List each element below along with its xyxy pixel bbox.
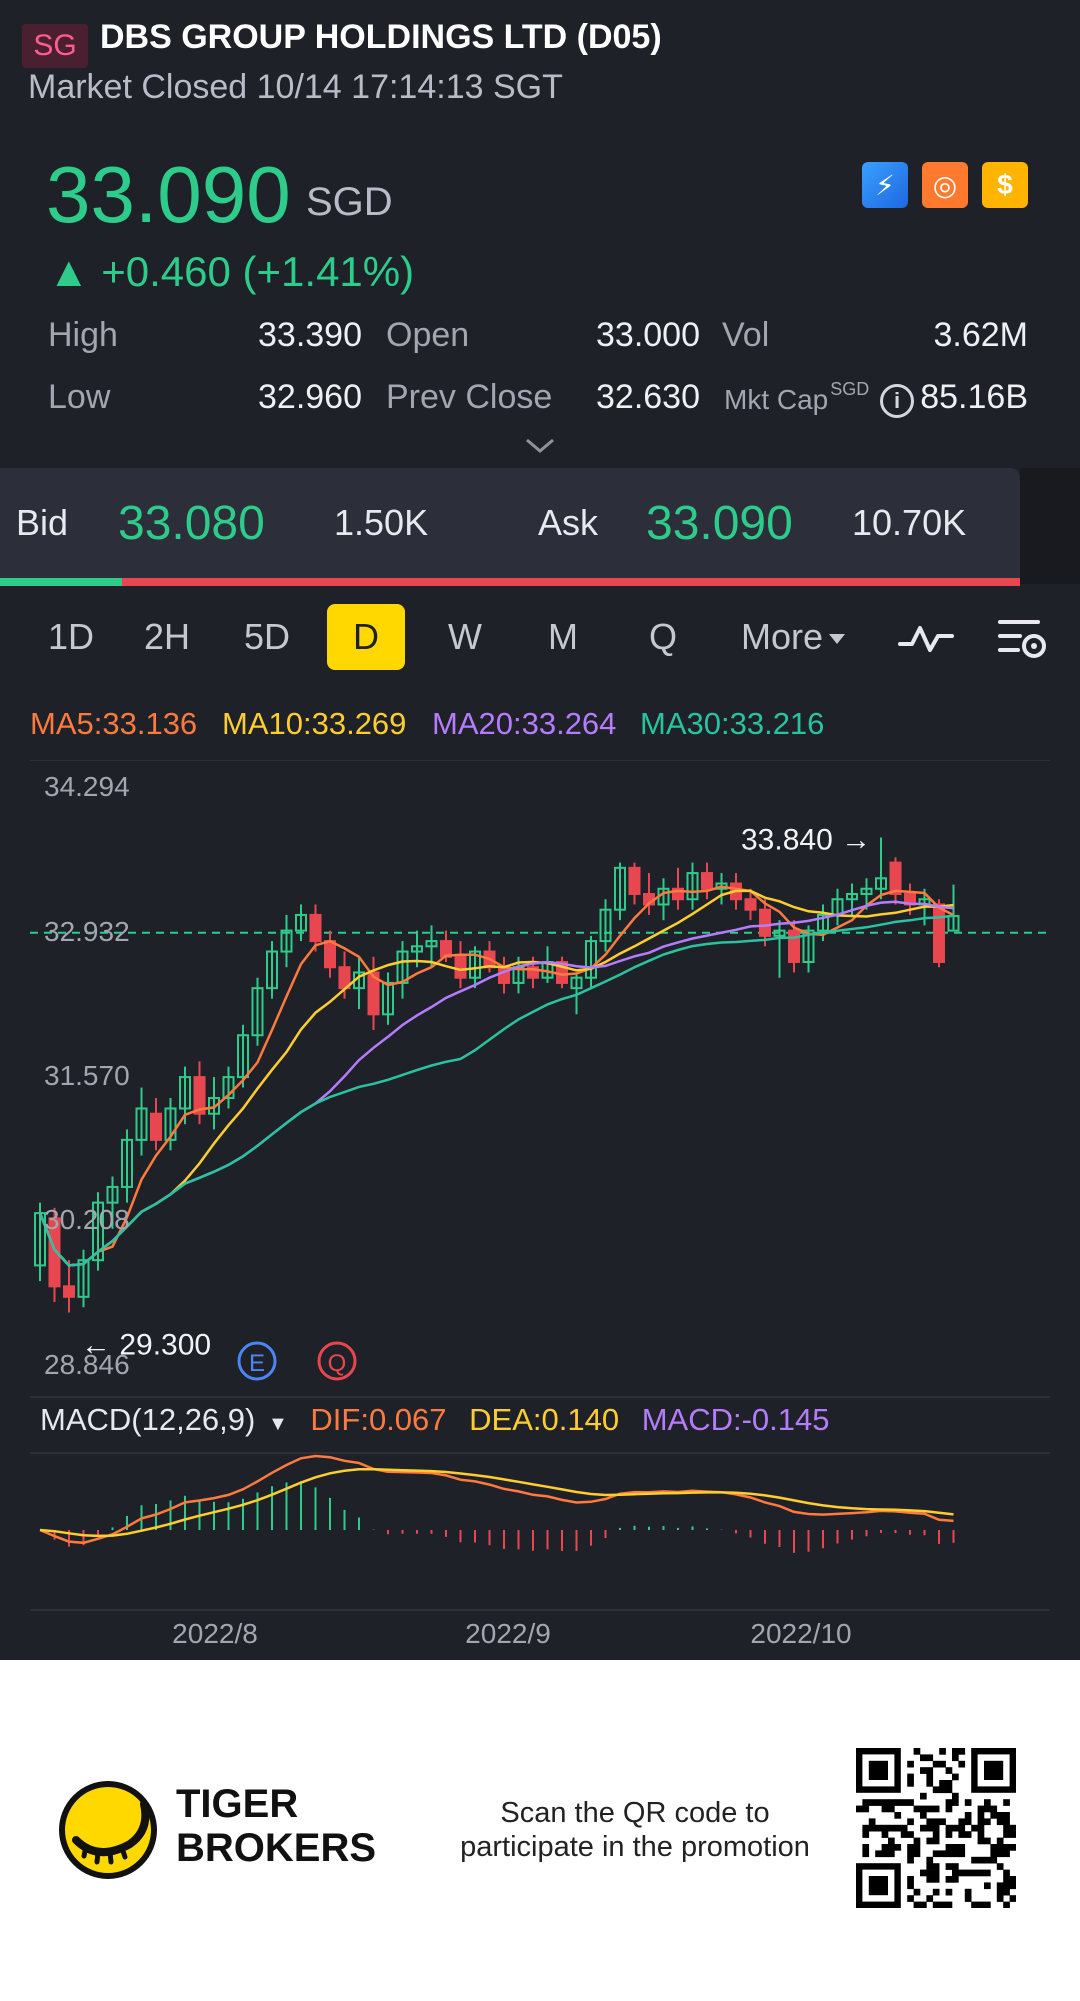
info-icon[interactable]: i	[880, 384, 914, 418]
tab-more[interactable]: More	[728, 604, 858, 670]
bid-ask-edge	[1020, 468, 1080, 584]
qr-code[interactable]	[856, 1748, 1016, 1908]
vol-label: Vol	[722, 316, 770, 354]
moving-averages	[38, 885, 955, 1267]
candle	[701, 872, 713, 890]
max-price-label: 33.840 →	[741, 824, 871, 857]
y-tick-label: 32.932	[44, 916, 130, 947]
ask-price: 33.090	[646, 497, 793, 550]
y-tick-label: 30.208	[44, 1204, 130, 1235]
lightning-icon[interactable]: ⚡	[862, 162, 908, 208]
tiger-brokers-logo	[59, 1781, 157, 1879]
tab-m[interactable]: M	[528, 604, 598, 670]
price-change: ▲ +0.460 (+1.41%)	[48, 248, 415, 295]
max-price-value: 33.840	[741, 824, 833, 857]
prev-close-value: 32.630	[596, 378, 700, 416]
low-value: 32.960	[258, 378, 362, 416]
macd-dif: DIF:0.067	[310, 1402, 447, 1437]
ma30-value: MA30:33.216	[640, 706, 825, 741]
candle	[628, 866, 641, 895]
market-badge: SG	[22, 24, 88, 68]
bid-label: Bid	[16, 502, 69, 543]
macd-settings: MACD(12,26,9)	[40, 1402, 256, 1437]
y-tick-label: 34.294	[44, 771, 130, 802]
candlestick-chart[interactable]: 34.294 32.932 31.570 30.208 28.846 33.84…	[0, 760, 1080, 1660]
tiger-brokers-wordmark: TIGER BROKERS	[176, 1782, 377, 1870]
x-tick-label: 2022/10	[750, 1618, 851, 1649]
x-tick-label: 2022/9	[465, 1618, 551, 1649]
market-status: Market Closed 10/14 17:14:13 SGT	[28, 68, 563, 106]
ma5-value: MA5:33.136	[30, 706, 198, 741]
ma20-value: MA20:33.264	[432, 706, 617, 741]
open-value: 33.000	[596, 316, 700, 354]
last-price: 33.090	[46, 150, 291, 239]
mkt-cap-value: 85.16B	[920, 378, 1028, 416]
tab-1d[interactable]: 1D	[36, 604, 106, 670]
candle	[788, 929, 800, 964]
tab-q[interactable]: Q	[628, 604, 698, 670]
high-value: 33.390	[258, 316, 362, 354]
candle	[759, 908, 771, 937]
macd-panel	[39, 1454, 955, 1553]
ma20-line	[38, 900, 954, 1267]
candle	[744, 898, 757, 911]
promo-text: Scan the QR code to participate in the p…	[460, 1797, 810, 1863]
macd-legend[interactable]: MACD(12,26,9) ▼ DIF:0.067 DEA:0.140 MACD…	[40, 1402, 830, 1438]
ma30-line	[38, 914, 954, 1267]
dea-line	[39, 1467, 954, 1538]
candle	[309, 913, 322, 943]
tab-more-label: More	[740, 616, 824, 657]
mkt-cap-unit: SGD	[830, 379, 870, 399]
ask-strength-bar	[122, 578, 1020, 586]
macd-value: MACD:-0.145	[641, 1402, 830, 1437]
chevron-down-icon[interactable]	[524, 436, 556, 456]
min-price-label: ← 29.300	[81, 1329, 211, 1362]
macd-dea: DEA:0.140	[469, 1402, 620, 1437]
event-q-label: Q	[328, 1350, 347, 1377]
candle	[933, 903, 945, 964]
tab-5d[interactable]: 5D	[232, 604, 302, 670]
indicator-icon[interactable]	[898, 618, 954, 658]
prev-close-label: Prev Close	[386, 378, 553, 416]
caret-down-icon	[829, 634, 846, 645]
company-name: DBS GROUP HOLDINGS LTD (D05)	[100, 18, 662, 56]
mkt-cap-label-text: Mkt Cap	[724, 384, 829, 415]
x-tick-label: 2022/8	[172, 1618, 258, 1649]
earnings-event-marker[interactable]: E	[237, 1341, 277, 1381]
ma10-value: MA10:33.269	[222, 706, 407, 741]
candles	[34, 837, 960, 1313]
tab-2h[interactable]: 2H	[132, 604, 202, 670]
y-tick-label: 31.570	[44, 1060, 130, 1091]
open-label: Open	[386, 316, 470, 354]
tab-d[interactable]: D	[327, 604, 405, 670]
mkt-cap-label: Mkt Cap SGD	[724, 379, 869, 416]
bid-price: 33.080	[118, 497, 265, 550]
dollar-icon[interactable]: $	[982, 162, 1028, 208]
candle	[324, 940, 336, 969]
ma5-line	[38, 885, 955, 1267]
caret-down-icon: ▼	[267, 1413, 288, 1435]
candle	[63, 1285, 75, 1298]
low-label: Low	[48, 378, 111, 416]
high-label: High	[48, 316, 118, 354]
dif-line	[39, 1454, 954, 1545]
candle	[150, 1112, 162, 1141]
vol-value: 3.62M	[933, 316, 1029, 354]
candle	[889, 861, 902, 895]
stock-detail-screen: SG DBS GROUP HOLDINGS LTD (D05) Market C…	[0, 0, 1080, 1660]
bid-size: 1.50K	[334, 502, 429, 543]
bid-strength-bar	[0, 578, 122, 586]
ask-label: Ask	[538, 502, 599, 543]
ma10-line	[38, 889, 954, 1267]
candle	[454, 955, 467, 979]
quarterly-event-marker[interactable]: Q	[317, 1341, 357, 1381]
exchange-icon[interactable]: ◎	[922, 162, 968, 208]
ask-size: 10.70K	[852, 502, 967, 543]
price-currency: SGD	[306, 180, 393, 224]
event-e-label: E	[249, 1350, 265, 1377]
tab-w[interactable]: W	[430, 604, 500, 670]
chart-settings-icon[interactable]	[996, 616, 1050, 662]
min-price-value: 29.300	[119, 1329, 211, 1362]
